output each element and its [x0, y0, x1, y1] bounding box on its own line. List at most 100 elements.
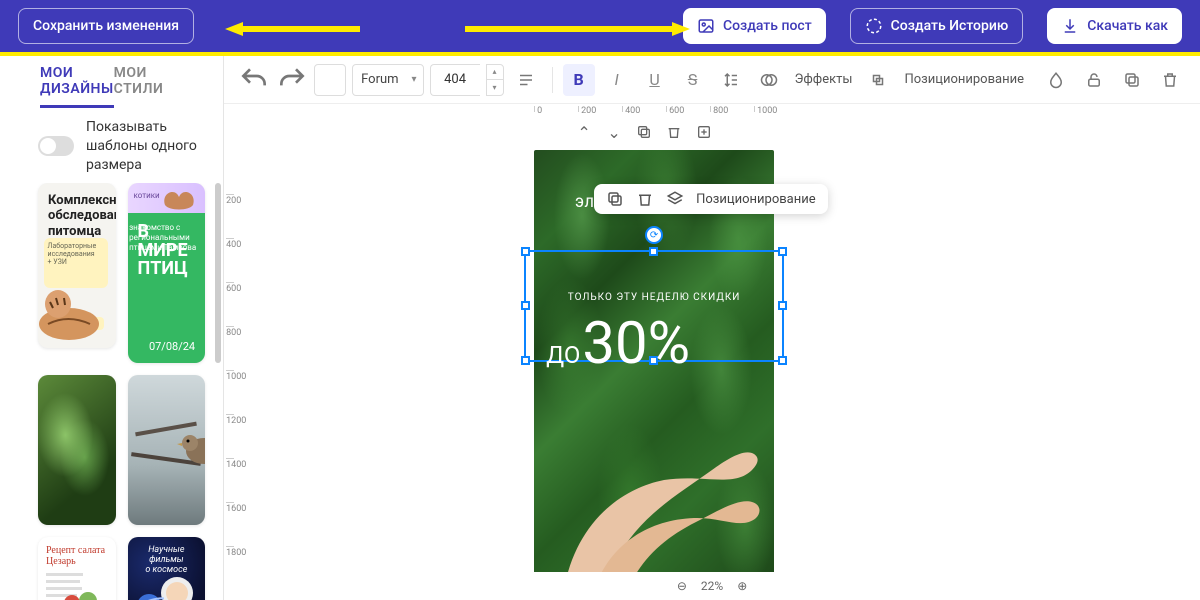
canvas-discount-text[interactable]: ДО 30%	[546, 310, 690, 378]
sparrow-icon	[176, 427, 206, 471]
delete-button[interactable]	[1154, 64, 1186, 96]
annotation-arrow-right	[460, 20, 690, 38]
effects-button[interactable]: Эффекты	[791, 72, 857, 87]
create-post-button[interactable]: Создать пост	[683, 8, 826, 44]
resize-handle-mr[interactable]	[778, 301, 787, 310]
discount-prefix: ДО	[546, 341, 580, 369]
image-icon	[697, 17, 715, 35]
design-card-vet[interactable]: Комплексное обследование питомца - 30% Л…	[38, 183, 116, 348]
design-card-space[interactable]: Научные фильмы о космосе	[128, 537, 206, 600]
card-vet-title: Комплексное обследование питомца	[48, 193, 106, 240]
strikethrough-button[interactable]: S	[677, 64, 709, 96]
same-size-toggle[interactable]	[38, 136, 74, 156]
ctx-delete-icon[interactable]	[636, 190, 654, 208]
opacity-button[interactable]	[1040, 64, 1072, 96]
selection-context-toolbar: Позиционирование	[594, 184, 828, 214]
editor: Forum ▴▾ B I U S Эффекты Позиционировани…	[224, 56, 1200, 600]
ruler-h-tick: 800	[710, 106, 728, 112]
page-delete-button[interactable]	[664, 122, 684, 142]
design-card-recipe[interactable]: Рецепт салата Цезарь	[38, 537, 116, 600]
ruler-h-tick: 600	[666, 106, 684, 112]
save-changes-button[interactable]: Сохранить изменения	[18, 8, 194, 44]
download-icon	[1061, 17, 1079, 35]
ctx-layers-icon[interactable]	[666, 190, 684, 208]
size-down[interactable]: ▾	[487, 80, 503, 95]
pretzel-icon	[159, 185, 199, 211]
lock-button[interactable]	[1078, 64, 1110, 96]
page-down-button[interactable]: ⌄	[604, 122, 624, 142]
duplicate-button[interactable]	[1116, 64, 1148, 96]
page-quick-actions: ⌃ ⌄	[574, 122, 714, 142]
font-family-select[interactable]: Forum	[352, 64, 423, 96]
resize-handle-bl[interactable]	[521, 356, 530, 365]
canvas-subtitle[interactable]: ТОЛЬКО ЭТУ НЕДЕЛЮ СКИДКИ	[534, 292, 774, 303]
annotation-arrow-left	[225, 20, 365, 38]
size-up[interactable]: ▴	[487, 65, 503, 81]
line-height-button[interactable]	[715, 64, 747, 96]
card-birds-sub: знакомство с региональными птицами Тамбо…	[129, 223, 197, 253]
resize-handle-tl[interactable]	[521, 247, 530, 256]
card-cats-label: котики	[134, 191, 160, 200]
legs-image[interactable]	[544, 440, 764, 590]
ruler-v-tick: 1800	[226, 546, 234, 558]
tab-my-styles[interactable]: МОИ СТИЛИ	[114, 56, 183, 108]
italic-button[interactable]: I	[601, 64, 633, 96]
ruler-h-tick: 0	[534, 106, 542, 112]
card-space-l1: Научные фильмы	[136, 545, 198, 565]
design-artboard[interactable]: ЭЛЕКТРОЭПИЛЯЦИЯ В Позиционирование ⟳	[534, 150, 774, 590]
card-birds-l3: ПТИЦ	[138, 260, 196, 279]
filter-row: Показывать шаблоны одного размера	[0, 108, 223, 183]
page-up-button[interactable]: ⌃	[574, 122, 594, 142]
resize-handle-tm[interactable]	[649, 247, 658, 256]
card-birds-date: 07/08/24	[149, 340, 195, 353]
download-as-label: Скачать как	[1087, 18, 1168, 34]
discount-value: 30%	[582, 310, 690, 378]
align-button[interactable]	[510, 64, 542, 96]
rotate-handle[interactable]: ⟳	[645, 226, 663, 244]
bold-button[interactable]: B	[563, 64, 595, 96]
scrollbar[interactable]	[215, 183, 221, 363]
designs-grid: Комплексное обследование питомца - 30% Л…	[38, 183, 205, 600]
color-swatch[interactable]	[314, 64, 346, 96]
create-story-button[interactable]: Создать Историю	[850, 8, 1024, 44]
ruler-v-tick: 600	[226, 282, 234, 294]
zoom-in-button[interactable]: ⊕	[737, 579, 747, 593]
ruler-v-tick: 1200	[226, 414, 234, 426]
resize-handle-br[interactable]	[778, 356, 787, 365]
effects-icon[interactable]	[753, 64, 785, 96]
main-area: МОИ ДИЗАЙНЫ МОИ СТИЛИ Показывать шаблоны…	[0, 56, 1200, 600]
left-panel: МОИ ДИЗАЙНЫ МОИ СТИЛИ Показывать шаблоны…	[0, 56, 224, 600]
ruler-horizontal: 0 200 400 600 800 1000	[224, 104, 1200, 124]
zoom-out-button[interactable]: ⊖	[677, 579, 687, 593]
card-vet-note-l1: Лабораторные исследования	[48, 242, 104, 258]
save-changes-label: Сохранить изменения	[33, 18, 179, 34]
font-size-input[interactable]	[430, 64, 480, 96]
canvas-wrap: 0 200 400 600 800 1000 200 400 600 800 1…	[224, 104, 1200, 600]
undo-button[interactable]	[238, 64, 270, 96]
positioning-button[interactable]: Позиционирование	[900, 72, 1028, 87]
underline-button[interactable]: U	[639, 64, 671, 96]
same-size-label: Показывать шаблоны одного размера	[86, 118, 203, 175]
position-icon[interactable]	[862, 64, 894, 96]
ruler-h-tick: 1000	[754, 106, 777, 112]
ctx-duplicate-icon[interactable]	[606, 190, 624, 208]
zoom-bar: ⊖ 22% ⊕	[224, 572, 1200, 600]
page-add-button[interactable]	[694, 122, 714, 142]
design-card-green[interactable]	[38, 375, 116, 525]
design-card-cats-strip[interactable]: котики В МИРЕ ПТИЦ знакомство с регионал…	[128, 183, 206, 363]
resize-handle-ml[interactable]	[521, 301, 530, 310]
font-size-spinner[interactable]: ▴▾	[486, 64, 504, 96]
ruler-vertical: 200 400 600 800 1000 1200 1400 1600 1800	[224, 124, 252, 600]
canvas[interactable]: ⌃ ⌄ ЭЛЕКТРОЭПИЛЯЦИЯ В Позиционирование	[534, 150, 774, 590]
ruler-v-tick: 800	[226, 326, 234, 338]
create-post-label: Создать пост	[723, 18, 812, 34]
design-card-bird-photo[interactable]	[128, 375, 206, 525]
download-as-button[interactable]: Скачать как	[1047, 8, 1182, 44]
ruler-h-tick: 400	[622, 106, 640, 112]
ctx-positioning-button[interactable]: Позиционирование	[696, 192, 816, 207]
tab-my-designs[interactable]: МОИ ДИЗАЙНЫ	[40, 56, 114, 108]
page-duplicate-button[interactable]	[634, 122, 654, 142]
ruler-v-tick: 1400	[226, 458, 234, 470]
resize-handle-tr[interactable]	[778, 247, 787, 256]
redo-button[interactable]	[276, 64, 308, 96]
